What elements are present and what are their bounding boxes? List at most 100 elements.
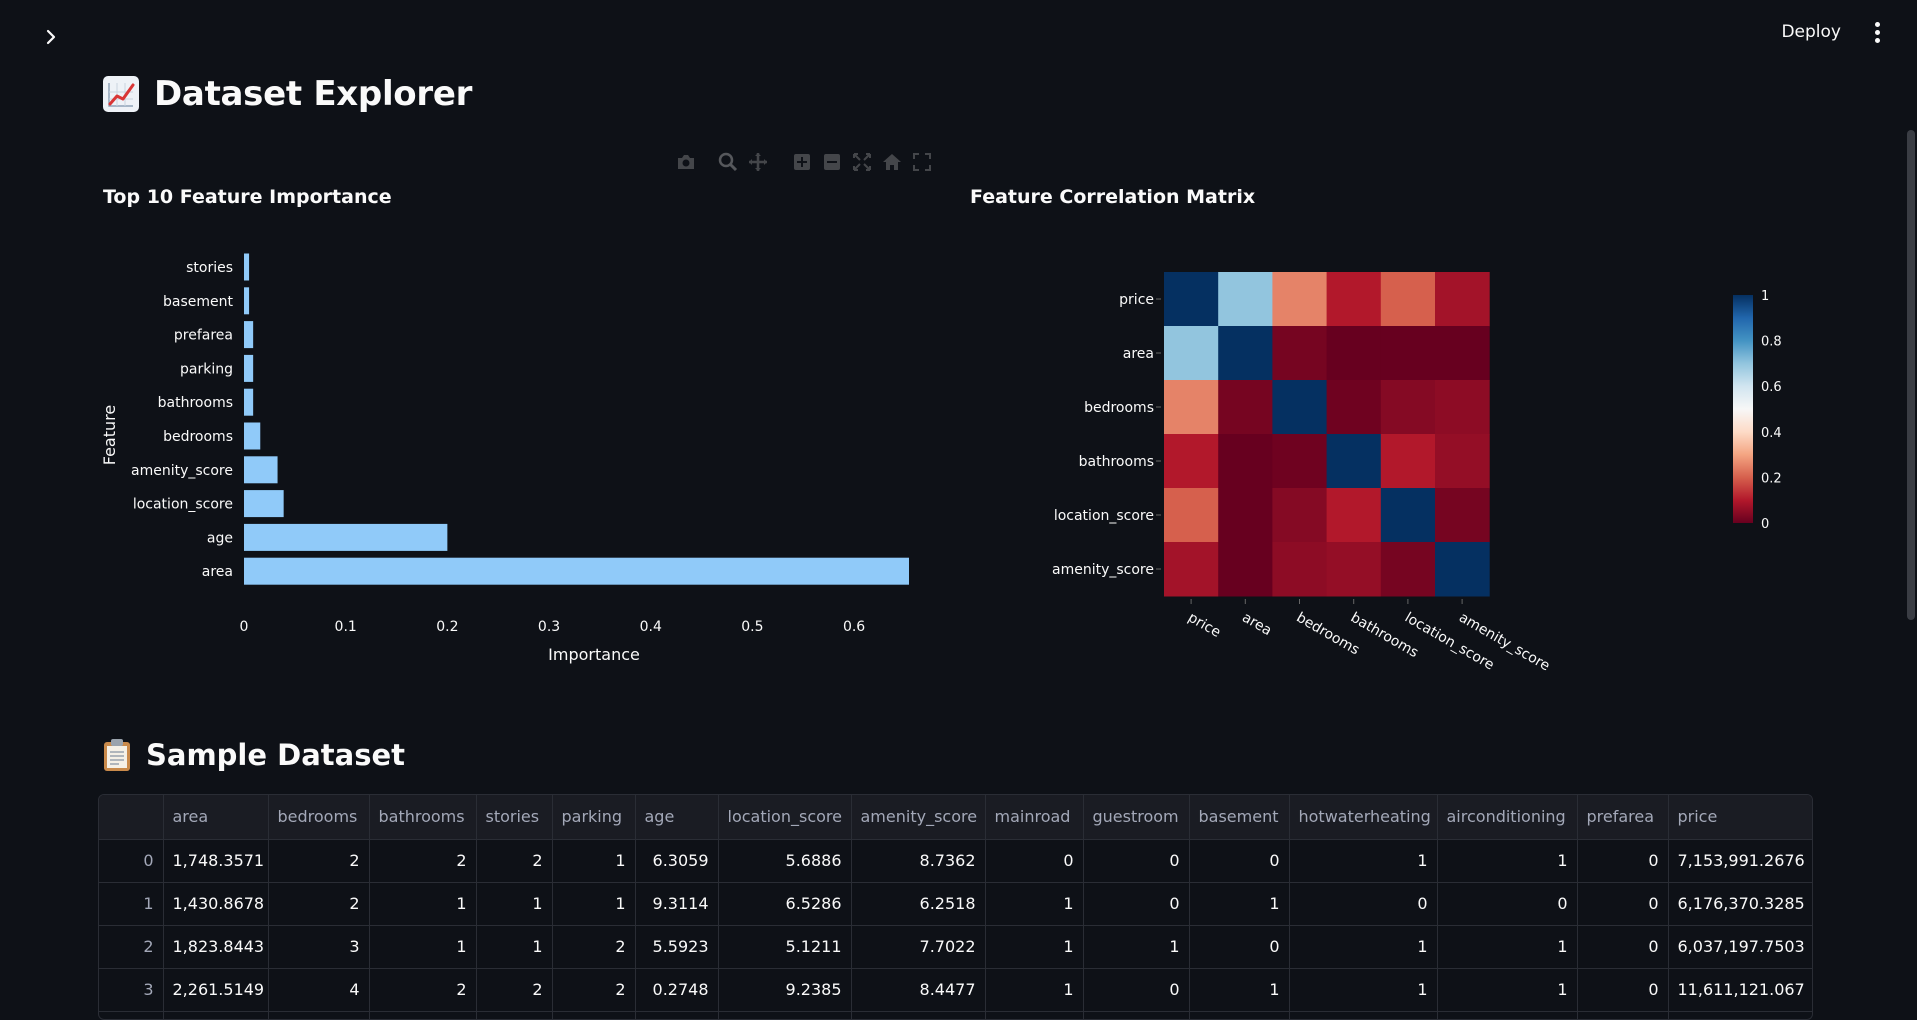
row-index-cell[interactable]: 0 (99, 839, 164, 883)
heatmap-cell[interactable] (1272, 326, 1328, 381)
table-cell[interactable]: 2 (369, 968, 477, 1012)
table-cell[interactable]: 2 (369, 839, 477, 883)
table-cell[interactable]: 1 (985, 925, 1084, 969)
table-cell[interactable]: 5,219,864.0112 (1668, 1011, 1812, 1019)
column-header-stories[interactable]: stories (476, 795, 553, 840)
table-cell[interactable]: 5.1211 (718, 925, 852, 969)
heatmap-cell[interactable] (1435, 326, 1490, 381)
heatmap-cell[interactable] (1164, 380, 1219, 435)
table-cell[interactable]: 1 (1437, 968, 1578, 1012)
table-cell[interactable]: 0 (1577, 839, 1669, 883)
heatmap-cell[interactable] (1164, 488, 1219, 543)
table-cell[interactable]: 7,153,991.2676 (1668, 839, 1812, 883)
column-header-area[interactable]: area (163, 795, 269, 840)
heatmap-cell[interactable] (1218, 272, 1273, 327)
bar-basement[interactable] (244, 287, 250, 315)
zoom-out-icon[interactable] (820, 150, 844, 174)
table-cell[interactable]: 2,261.5149 (163, 968, 269, 1012)
heatmap-cell[interactable] (1164, 434, 1219, 489)
column-header-age[interactable]: age (635, 795, 719, 840)
column-header-guestroom[interactable]: guestroom (1083, 795, 1190, 840)
table-cell[interactable]: 9.3114 (635, 882, 719, 926)
heatmap-cell[interactable] (1380, 434, 1436, 489)
column-header-basement[interactable]: basement (1189, 795, 1290, 840)
table-cell[interactable]: 1 (1289, 968, 1438, 1012)
table-cell[interactable]: 5.6886 (718, 839, 852, 883)
table-cell[interactable]: 4 (268, 968, 370, 1012)
table-cell[interactable]: 0 (1289, 882, 1438, 926)
bar-bathrooms[interactable] (244, 388, 254, 416)
column-header-parking[interactable]: parking (552, 795, 636, 840)
fullscreen-icon[interactable] (910, 150, 934, 174)
table-cell[interactable]: 1 (1083, 1011, 1190, 1019)
table-cell[interactable]: 0 (1577, 882, 1669, 926)
table-cell[interactable]: 1 (552, 839, 636, 883)
table-cell[interactable]: 1 (552, 882, 636, 926)
heatmap-cell[interactable] (1218, 326, 1273, 381)
table-cell[interactable]: 11,611,121.067 (1668, 968, 1812, 1012)
heatmap-cell[interactable] (1326, 380, 1382, 435)
table-cell[interactable]: 1 (1189, 968, 1290, 1012)
heatmap-cell[interactable] (1272, 380, 1328, 435)
column-header-amenity_score[interactable]: amenity_score (851, 795, 986, 840)
table-cell[interactable]: 1,430.8678 (163, 882, 269, 926)
table-cell[interactable]: 1 (1083, 925, 1190, 969)
heatmap-cell[interactable] (1326, 488, 1382, 543)
table-cell[interactable]: 0 (1189, 1011, 1290, 1019)
table-cell[interactable]: 2 (476, 968, 553, 1012)
heatmap-cell[interactable] (1218, 434, 1273, 489)
table-cell[interactable]: 6,037,197.7503 (1668, 925, 1812, 969)
heatmap-cell[interactable] (1272, 434, 1328, 489)
heatmap-cell[interactable] (1218, 542, 1273, 597)
heatmap-cell[interactable] (1380, 488, 1436, 543)
bar-location_score[interactable] (244, 490, 284, 518)
column-header-mainroad[interactable]: mainroad (985, 795, 1084, 840)
table-cell[interactable]: 0 (1083, 839, 1190, 883)
column-header-price[interactable]: price (1668, 795, 1812, 840)
heatmap-cell[interactable] (1380, 326, 1436, 381)
table-cell[interactable]: 1 (1289, 925, 1438, 969)
heatmap-cell[interactable] (1435, 272, 1490, 327)
column-header-hotwaterheating[interactable]: hotwaterheating (1289, 795, 1438, 840)
table-cell[interactable]: 1,382.9233 (163, 1011, 269, 1019)
table-cell[interactable]: 1 (369, 1011, 477, 1019)
bar-age[interactable] (244, 523, 448, 551)
table-cell[interactable]: 0 (1083, 968, 1190, 1012)
table-cell[interactable]: 1 (1289, 839, 1438, 883)
table-cell[interactable]: 1 (476, 925, 553, 969)
table-cell[interactable]: 1 (1577, 1011, 1669, 1019)
table-cell[interactable]: 5.5923 (635, 925, 719, 969)
table-cell[interactable]: 6.3396 (851, 1011, 986, 1019)
heatmap-cell[interactable] (1218, 380, 1273, 435)
heatmap-cell[interactable] (1326, 326, 1382, 381)
table-cell[interactable]: 1 (985, 882, 1084, 926)
dataset-table[interactable]: area bedrooms bathrooms stories parking age lo… (98, 794, 1813, 1020)
table-cell[interactable]: 0 (1083, 882, 1190, 926)
table-cell[interactable]: 0 (552, 1011, 636, 1019)
heatmap-cell[interactable] (1272, 488, 1328, 543)
column-header-prefarea[interactable]: prefarea (1577, 795, 1669, 840)
table-cell[interactable]: 3 (268, 925, 370, 969)
table-cell[interactable]: 2 (552, 968, 636, 1012)
bar-prefarea[interactable] (244, 321, 254, 349)
column-header-airconditioning[interactable]: airconditioning (1437, 795, 1578, 840)
heatmap-cell[interactable] (1164, 542, 1219, 597)
deploy-button[interactable]: Deploy (1781, 22, 1841, 42)
reset-axes-icon[interactable] (880, 150, 904, 174)
row-index-cell[interactable]: 4 (99, 1011, 164, 1019)
table-row[interactable]: 2 1,823.8443 3 1 1 2 5.5923 5.1211 7.7022 1 1 0 1 1 0 6… (99, 925, 1812, 969)
table-cell[interactable]: 1 (985, 968, 1084, 1012)
table-cell[interactable]: 0 (1189, 839, 1290, 883)
zoom-in-icon[interactable] (790, 150, 814, 174)
table-cell[interactable]: 1,823.8443 (163, 925, 269, 969)
zoom-icon[interactable] (716, 150, 740, 174)
table-cell[interactable]: 1 (369, 882, 477, 926)
table-cell[interactable]: 7.8441 (718, 1011, 852, 1019)
heatmap-cell[interactable] (1435, 542, 1490, 597)
table-cell[interactable]: 1 (476, 882, 553, 926)
table-row[interactable]: 0 1,748.3571 2 2 2 1 6.3059 5.6886 8.7362 0 0 0 1 1 0 7… (99, 839, 1812, 883)
heatmap-cell[interactable] (1380, 542, 1436, 597)
table-cell[interactable]: 1 (1437, 1011, 1578, 1019)
row-index-cell[interactable]: 3 (99, 968, 164, 1012)
table-cell[interactable]: 1,748.3571 (163, 839, 269, 883)
